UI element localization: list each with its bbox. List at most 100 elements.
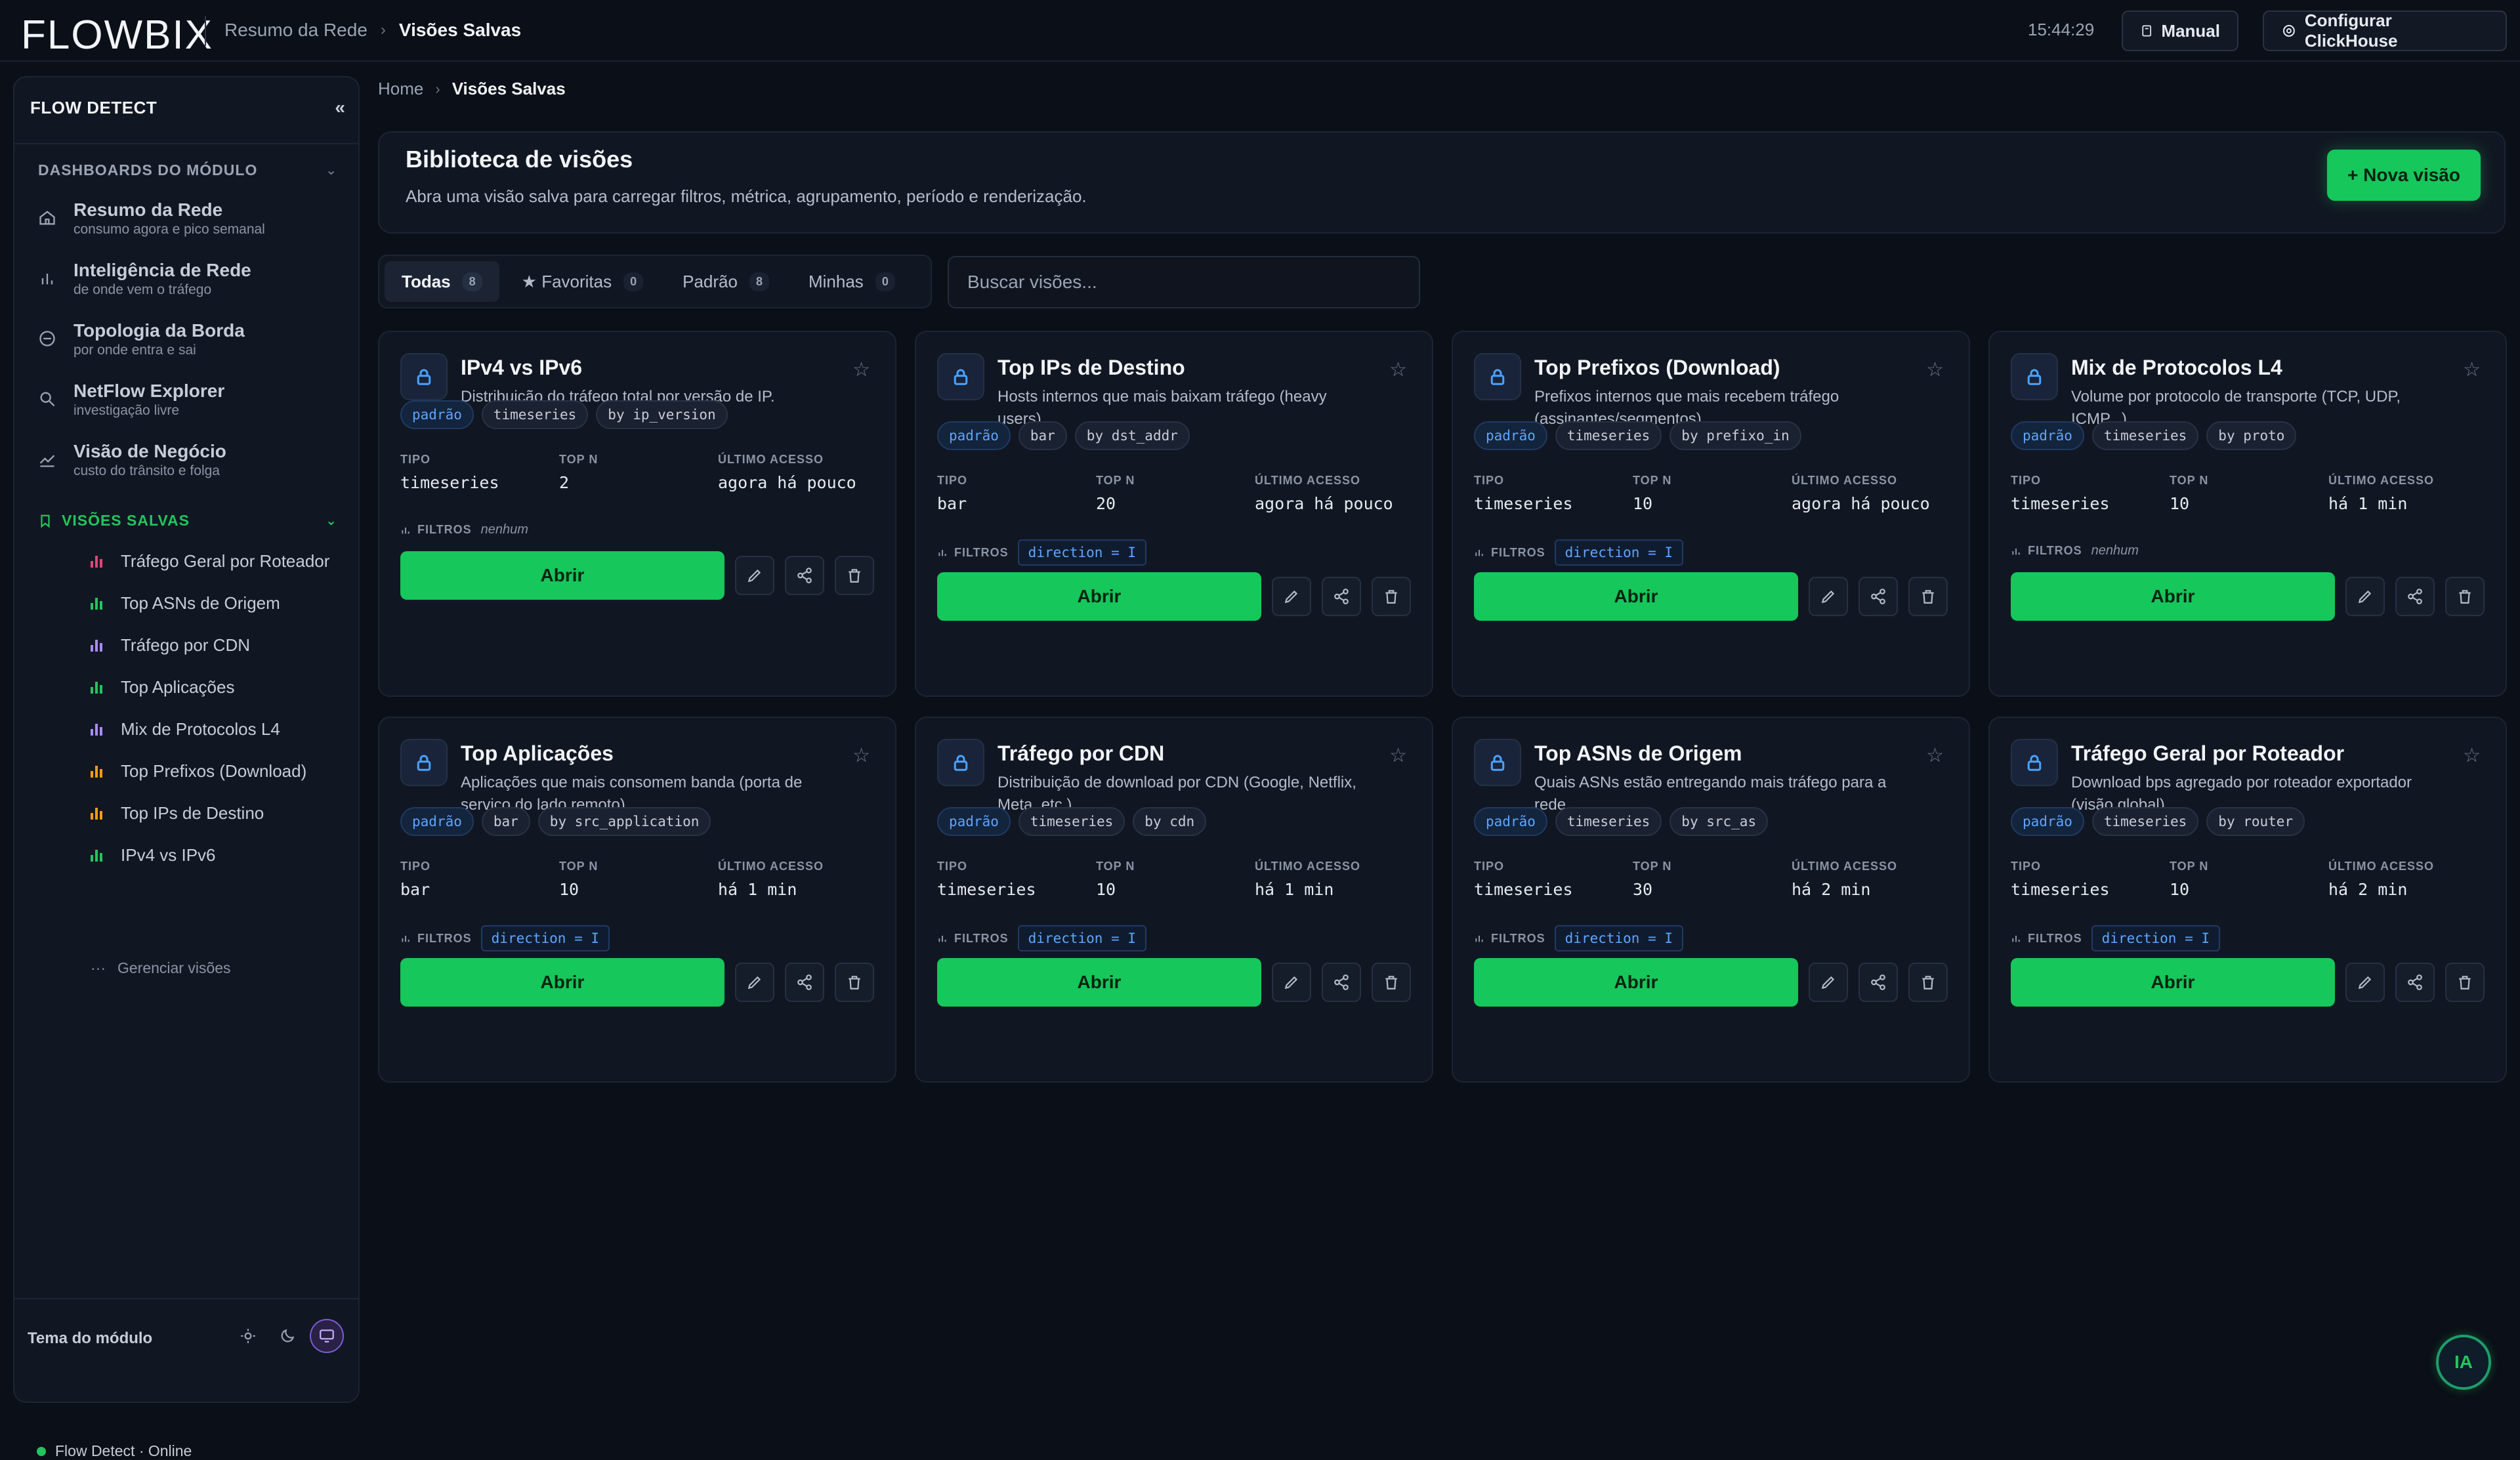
saved-view-label: Top Aplicações (121, 677, 235, 697)
meta-top-n-value: 10 (1096, 880, 1116, 899)
collapse-sidebar-icon[interactable]: « (335, 97, 345, 118)
filter-bars-icon (402, 527, 410, 533)
filter-chip: direction = I (2091, 925, 2221, 951)
open-view-button[interactable]: Abrir (2011, 572, 2335, 621)
edit-button[interactable] (2345, 577, 2385, 616)
section-saved-views[interactable]: VISÕES SALVAS ⌄ (38, 512, 337, 530)
open-view-button[interactable]: Abrir (2011, 958, 2335, 1007)
open-view-button[interactable]: Abrir (937, 958, 1261, 1007)
share-button[interactable] (1858, 963, 1898, 1002)
tab-minhas[interactable]: Minhas 0 (791, 261, 912, 302)
manage-views-link[interactable]: ··· Gerenciar visões (91, 959, 231, 977)
lock-icon (400, 739, 448, 786)
delete-button[interactable] (835, 963, 874, 1002)
theme-light-button[interactable] (231, 1319, 265, 1353)
tab-todas[interactable]: Todas 8 (385, 261, 499, 302)
share-button[interactable] (1858, 577, 1898, 616)
saved-view-top-asns-de-origem[interactable]: Top ASNs de Origem (91, 587, 280, 619)
open-view-button[interactable]: Abrir (937, 572, 1261, 621)
lock-icon (937, 353, 984, 400)
meta-type: TIPO timeseries (1474, 474, 1633, 513)
meta-last-access-label: ÚLTIMO ACESSO (1255, 474, 1360, 487)
sidebar-item-visao-de-negocio[interactable]: Visão de Negócio custo do trânsito e folg… (38, 436, 337, 488)
tag-type: timeseries (1018, 807, 1125, 836)
lock-glyph (1490, 369, 1505, 385)
delete-button[interactable] (1372, 577, 1411, 616)
favorite-star-icon[interactable]: ☆ (1926, 358, 1944, 381)
favorite-star-icon[interactable]: ☆ (1389, 744, 1407, 767)
edit-button[interactable] (1272, 963, 1311, 1002)
open-view-button[interactable]: Abrir (400, 551, 724, 600)
meta-type-value: timeseries (2011, 494, 2110, 513)
sidebar-item-netflow-explorer[interactable]: NetFlow Explorer investigação livre (38, 375, 337, 428)
search-input[interactable] (948, 256, 1420, 308)
favorite-star-icon[interactable]: ☆ (2463, 744, 2481, 767)
saved-view-ipv4-vs-ipv6[interactable]: IPv4 vs IPv6 (91, 839, 216, 871)
manual-button[interactable]: Manual (2122, 10, 2238, 51)
saved-view-top-prefixos-download[interactable]: Top Prefixos (Download) (91, 755, 306, 787)
share-button[interactable] (785, 556, 824, 595)
filters-none: nenhum (480, 522, 528, 537)
tab-label: Todas (402, 271, 451, 291)
new-view-button[interactable]: + Nova visão (2327, 150, 2481, 201)
edit-button[interactable] (1809, 963, 1848, 1002)
ai-assistant-button[interactable]: IA (2436, 1335, 2491, 1390)
open-view-button[interactable]: Abrir (400, 958, 724, 1007)
filters-label-text: FILTROS (2028, 544, 2082, 557)
filter-chip: direction = I (1554, 925, 1684, 951)
edit-button[interactable] (1809, 577, 1848, 616)
manual-button-label: Manual (2161, 20, 2220, 41)
top-breadcrumb: Resumo da Rede › Visões Salvas (224, 20, 521, 41)
delete-button[interactable] (2445, 963, 2485, 1002)
edit-button[interactable] (735, 556, 774, 595)
sidebar-item-inteligencia-de-rede[interactable]: Inteligência de Rede de onde vem o tráfeg… (38, 255, 337, 307)
open-view-button[interactable]: Abrir (1474, 572, 1798, 621)
delete-button[interactable] (2445, 577, 2485, 616)
delete-button[interactable] (835, 556, 874, 595)
saved-view-top-ips-de-destino[interactable]: Top IPs de Destino (91, 797, 264, 829)
sidebar-item-topologia-da-borda[interactable]: Topologia da Borda por onde entra e sai (38, 315, 337, 367)
edit-button[interactable] (1272, 577, 1311, 616)
card-meta: TIPO timeseries TOP N 10 ÚLTIMO ACESSO agora … (1474, 474, 1950, 513)
tag-type: timeseries (481, 400, 589, 429)
top-breadcrumb-parent[interactable]: Resumo da Rede (224, 20, 368, 41)
theme-dark-button[interactable] (270, 1319, 304, 1353)
delete-button[interactable] (1908, 963, 1948, 1002)
favorite-star-icon[interactable]: ☆ (852, 744, 870, 767)
tag-type: timeseries (2091, 807, 2199, 836)
tag-groupby: by router (2206, 807, 2305, 836)
tag-default: padrão (400, 807, 474, 836)
share-button[interactable] (2395, 963, 2435, 1002)
card-filters: FILTROS direction = I (400, 925, 610, 951)
app-logo[interactable]: FLOWBIX (21, 12, 213, 58)
favorite-star-icon[interactable]: ☆ (852, 358, 870, 381)
saved-view-trafego-geral-por-roteador[interactable]: Tráfego Geral por Roteador (91, 545, 329, 577)
delete-button[interactable] (1908, 577, 1948, 616)
favorite-star-icon[interactable]: ☆ (2463, 358, 2481, 381)
tab-padrao[interactable]: Padrão 8 (665, 261, 786, 302)
breadcrumb-home[interactable]: Home (378, 79, 423, 99)
share-button[interactable] (785, 963, 824, 1002)
delete-button[interactable] (1372, 963, 1411, 1002)
share-button[interactable] (1322, 577, 1361, 616)
favorite-star-icon[interactable]: ☆ (1926, 744, 1944, 767)
section-dashboards[interactable]: DASHBOARDS DO MÓDULO ⌄ (38, 161, 337, 179)
filters-none: nenhum (2091, 543, 2139, 558)
saved-view-trafego-por-cdn[interactable]: Tráfego por CDN (91, 629, 250, 661)
favorite-star-icon[interactable]: ☆ (1389, 358, 1407, 381)
tab-favoritas[interactable]: ★ Favoritas 0 (505, 261, 660, 302)
saved-view-top-aplicacoes[interactable]: Top Aplicações (91, 671, 234, 703)
edit-button[interactable] (735, 963, 774, 1002)
sidebar-item-resumo-da-rede[interactable]: Resumo da Rede consumo agora e pico seman… (38, 194, 337, 247)
open-view-button[interactable]: Abrir (1474, 958, 1798, 1007)
share-button[interactable] (2395, 577, 2435, 616)
edit-button[interactable] (2345, 963, 2385, 1002)
theme-system-button[interactable] (310, 1319, 344, 1353)
share-button[interactable] (1322, 963, 1361, 1002)
saved-view-mix-de-protocolos-l4[interactable]: Mix de Protocolos L4 (91, 713, 280, 745)
filters-label: FILTROS (937, 932, 1009, 946)
share-icon (1871, 589, 1885, 604)
configure-clickhouse-button[interactable]: Configurar ClickHouse (2263, 10, 2507, 51)
card-title: Top Prefixos (Download) (1534, 356, 1780, 379)
meta-type-value: timeseries (1474, 494, 1573, 513)
